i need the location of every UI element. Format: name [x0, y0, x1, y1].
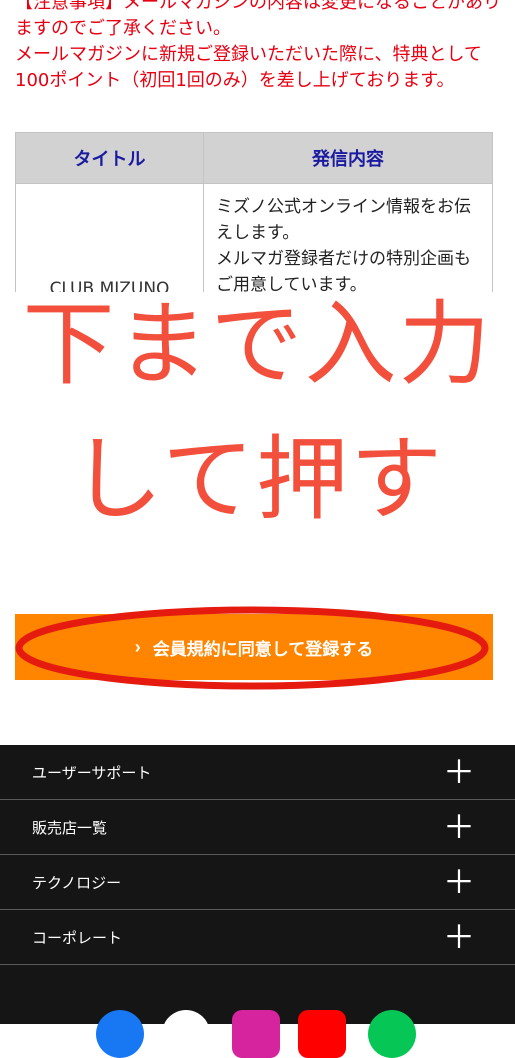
- line-icon[interactable]: [368, 1010, 416, 1058]
- footer-item-label: コーポレート: [32, 928, 123, 947]
- facebook-icon[interactable]: [96, 1010, 144, 1058]
- instagram-icon[interactable]: [232, 1010, 280, 1058]
- footer-item-label: ユーザーサポート: [32, 763, 152, 782]
- annotation-line-2: して押す: [70, 426, 445, 533]
- plus-icon: ＋: [442, 863, 475, 901]
- footer-item-corporate[interactable]: コーポレート ＋: [0, 910, 515, 965]
- plus-icon: ＋: [442, 753, 475, 791]
- footer-item-label: 販売店一覧: [32, 818, 108, 837]
- footer-item-store-list[interactable]: 販売店一覧 ＋: [0, 800, 515, 855]
- footer-item-user-support[interactable]: ユーザーサポート ＋: [0, 745, 515, 800]
- x-icon[interactable]: [162, 1010, 210, 1058]
- table-cell-title: CLUB MIZUNO: [15, 183, 204, 292]
- plus-icon: ＋: [442, 808, 475, 846]
- youtube-icon[interactable]: [298, 1010, 346, 1058]
- newsletter-table: タイトル 発信内容 CLUB MIZUNO ミズノ公式オンライン情報をお伝えしま…: [15, 132, 493, 292]
- footer: ユーザーサポート ＋ 販売店一覧 ＋ テクノロジー ＋ コーポレート ＋: [0, 745, 515, 1058]
- scrolled-content: 【注意事項】メールマガジンの内容は変更になることがありますのでご了承ください。 …: [0, 0, 515, 292]
- table-header-content: 発信内容: [203, 132, 493, 184]
- newsletter-description: ミズノ公式オンライン情報をお伝えします。 メルマガ登録者だけの特別企画もご用意し…: [216, 197, 471, 292]
- table-cell-desc: ミズノ公式オンライン情報をお伝えします。 メルマガ登録者だけの特別企画もご用意し…: [203, 183, 493, 292]
- footer-item-label: テクノロジー: [32, 873, 122, 892]
- chevron-right-icon: ›: [134, 636, 141, 657]
- footer-item-technology[interactable]: テクノロジー ＋: [0, 855, 515, 910]
- plus-icon: ＋: [442, 918, 475, 956]
- register-button[interactable]: › 会員規約に同意して登録する: [15, 614, 493, 680]
- table-header-title: タイトル: [15, 132, 204, 184]
- notice-text: 【注意事項】メールマガジンの内容は変更になることがありますのでご了承ください。 …: [15, 0, 501, 91]
- table-row: CLUB MIZUNO ミズノ公式オンライン情報をお伝えします。 メルマガ登録者…: [15, 183, 493, 292]
- register-button-label: 会員規約に同意して登録する: [152, 639, 374, 659]
- annotation-line-1: 下まで入力: [22, 291, 493, 398]
